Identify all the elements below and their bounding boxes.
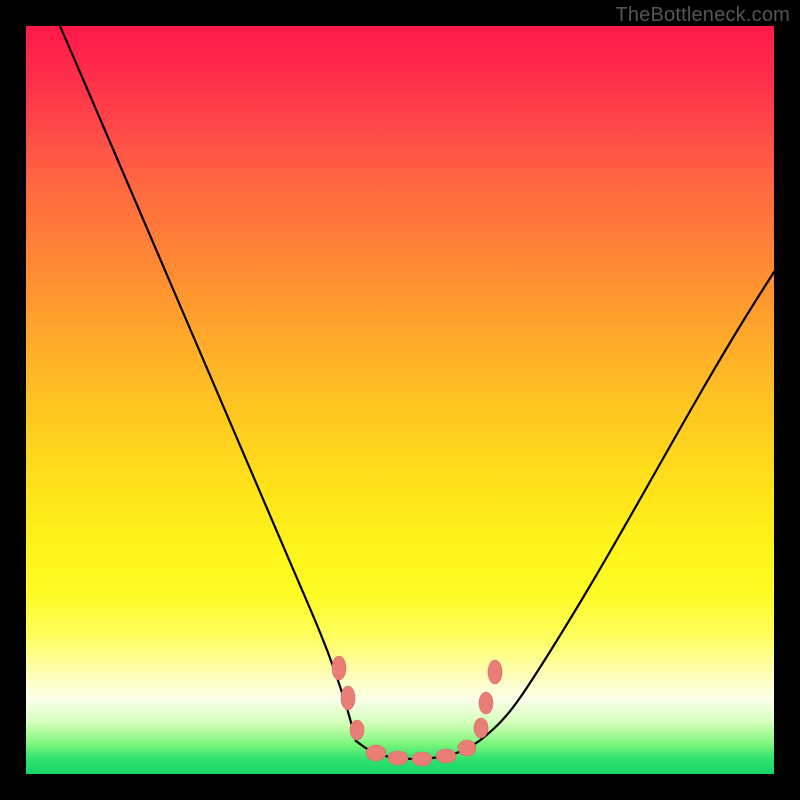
- watermark-label: TheBottleneck.com: [615, 4, 790, 27]
- valley-dots-group: [332, 656, 502, 766]
- curve-left-branch: [60, 26, 356, 741]
- valley-dot: [412, 752, 432, 766]
- valley-dot: [488, 660, 502, 684]
- chart-frame: TheBottleneck.com: [0, 0, 800, 800]
- valley-dot: [479, 692, 493, 714]
- curve-right-branch: [471, 272, 774, 746]
- valley-dot: [350, 720, 364, 740]
- curve-svg: [26, 26, 774, 774]
- valley-dot: [388, 751, 408, 765]
- valley-dot: [366, 745, 386, 761]
- valley-dot: [458, 740, 476, 756]
- plot-area: [26, 26, 774, 774]
- valley-dot: [341, 686, 355, 710]
- valley-dot: [474, 718, 488, 738]
- valley-dot: [436, 749, 456, 763]
- valley-dot: [332, 656, 346, 680]
